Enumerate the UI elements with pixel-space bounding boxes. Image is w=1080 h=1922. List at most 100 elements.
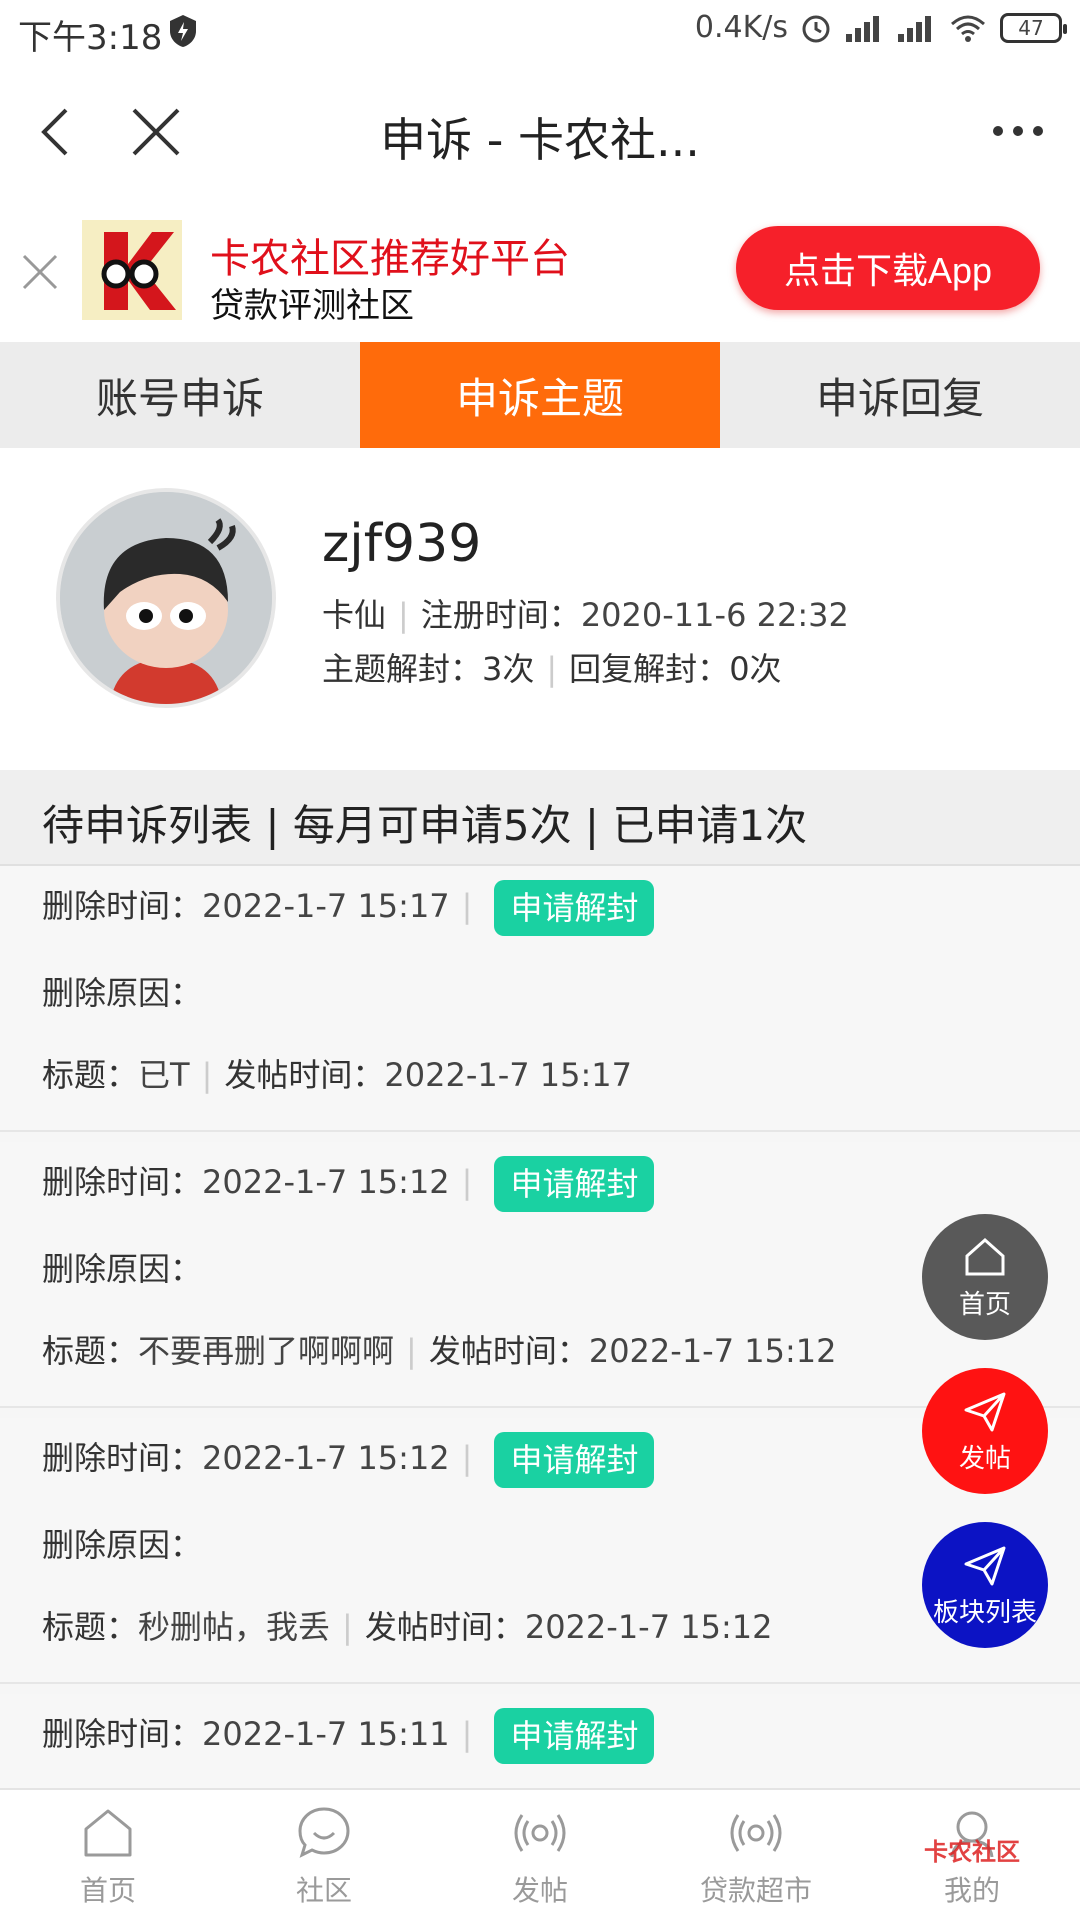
pending-list-header: 待申诉列表 | 每月可申请5次 | 已申请1次 [0, 770, 1080, 866]
banner-close-icon[interactable] [18, 250, 62, 294]
delete-time-label: 删除时间： [42, 1715, 203, 1753]
title-label: 标题： [42, 1056, 139, 1094]
delete-time-line: 删除时间：2022-1-7 15:11 | 申请解封 [42, 1708, 655, 1764]
post-title-line: 标题：不要再删了啊啊啊 | 发帖时间：2022-1-7 15:12 [42, 1326, 836, 1372]
bottom-nav-home-label: 首页 [79, 1874, 136, 1907]
post-title: 不要再删了啊啊啊 [138, 1332, 395, 1370]
app-banner: 卡农社区推荐好平台 贷款评测社区 点击下载App [0, 202, 1080, 342]
send-icon [964, 1392, 1006, 1431]
post-time-label: 发帖时间： [224, 1056, 385, 1094]
signal-icon [846, 15, 879, 42]
delete-time-value: 2022-1-7 15:12 [202, 1439, 450, 1477]
divider: | [406, 1332, 417, 1370]
banner-title: 卡农社区推荐好平台 [210, 236, 570, 282]
tab-topic-appeal[interactable]: 申诉主题 [360, 342, 720, 448]
pending-list-title: 待申诉列表 | 每月可申请5次 | 已申请1次 [42, 801, 808, 850]
apply-unblock-button[interactable]: 申请解封 [494, 880, 655, 936]
divider: | [461, 1439, 473, 1477]
title-label: 标题： [42, 1332, 139, 1370]
bottom-nav-home[interactable]: 首页 [0, 1790, 216, 1922]
broadcast-icon [730, 1814, 782, 1852]
post-time-label: 发帖时间： [364, 1608, 525, 1646]
nav-bar: 申诉 - 卡农社... [0, 66, 1080, 202]
divider: | [398, 596, 409, 634]
divider: | [461, 1715, 473, 1753]
delete-reason-label: 删除原因： [42, 1526, 203, 1564]
post-time-value: 2022-1-7 15:12 [588, 1332, 837, 1370]
post-time-value: 2022-1-7 15:12 [524, 1608, 773, 1646]
register-label: 注册时间： [420, 596, 581, 634]
divider: | [546, 650, 558, 688]
apply-unblock-button[interactable]: 申请解封 [494, 1432, 655, 1488]
tab-reply-appeal[interactable]: 申诉回复 [720, 342, 1080, 448]
apply-unblock-button[interactable]: 申请解封 [494, 1708, 655, 1764]
delete-time-line: 删除时间：2022-1-7 15:12 | 申请解封 [42, 1432, 655, 1488]
status-right: 0.4K/s 47 [694, 10, 1067, 45]
avatar [56, 488, 276, 708]
unblock-stats-line: 主题解封：3次 | 回复解封：0次 [322, 644, 782, 690]
apply-unblock-button[interactable]: 申请解封 [494, 1156, 655, 1212]
tab-account-appeal[interactable]: 账号申诉 [0, 342, 360, 448]
register-time: 2020-11-6 22:32 [580, 596, 849, 634]
post-title-line: 标题：已T | 发帖时间：2022-1-7 15:17 [42, 1050, 632, 1096]
bottom-nav-mine-label: 我的 [943, 1874, 1000, 1907]
battery-level: 47 [1018, 15, 1044, 40]
wifi-icon [951, 15, 985, 42]
fab-boards-button[interactable]: 板块列表 [922, 1522, 1048, 1648]
status-time: 下午3:18 [18, 18, 163, 58]
shield-icon [170, 15, 196, 47]
delete-reason-line: 删除原因： [42, 968, 202, 1014]
delete-reason-label: 删除原因： [42, 1250, 203, 1288]
user-meta-line: 卡仙 | 注册时间：2020-11-6 22:32 [322, 590, 849, 636]
send-icon [964, 1546, 1006, 1585]
tab-bar: 账号申诉 申诉主题 申诉回复 [0, 342, 1080, 448]
title-label: 标题： [42, 1608, 139, 1646]
divider: | [201, 1056, 213, 1094]
logo-icon [101, 232, 176, 310]
bottom-nav-post-label: 发帖 [511, 1874, 568, 1907]
more-icon[interactable] [988, 116, 1048, 146]
fab-boards-label: 板块列表 [932, 1597, 1037, 1628]
fab-post-button[interactable]: 发帖 [922, 1368, 1048, 1494]
signal-icon-2 [898, 15, 931, 42]
net-speed: 0.4K/s [694, 10, 788, 45]
username: zjf939 [322, 514, 482, 574]
home-icon [965, 1237, 1005, 1275]
post-title: 已T [138, 1056, 190, 1094]
broadcast-icon [514, 1814, 566, 1852]
fab-home-label: 首页 [958, 1289, 1011, 1320]
topic-unblock-count: 3次 [482, 650, 535, 688]
delete-time-label: 删除时间： [42, 1163, 203, 1201]
brand-logo [82, 220, 182, 320]
list-item: 删除时间：2022-1-7 15:12 | 申请解封 删除原因： 标题：秒删帖，我丢… [0, 1418, 1080, 1684]
bottom-nav: 首页 社区 发帖 贷款超市 我的 [0, 1788, 1080, 1922]
user-level: 卡仙 [322, 596, 387, 634]
delete-time-label: 删除时间： [42, 887, 203, 925]
reply-unblock-count: 0次 [729, 650, 782, 688]
list-item: 删除时间：2022-1-7 15:17 | 申请解封 删除原因： 标题：已T | 发帖时… [0, 866, 1080, 1132]
fab-post-label: 发帖 [958, 1443, 1011, 1474]
list-item: 删除时间：2022-1-7 15:12 | 申请解封 删除原因： 标题：不要再删了啊… [0, 1142, 1080, 1408]
download-app-button[interactable]: 点击下载App [736, 226, 1040, 310]
bottom-nav-post[interactable]: 发帖 [432, 1790, 648, 1922]
user-profile: zjf939 卡仙 | 注册时间：2020-11-6 22:32 主题解封：3次 | 回… [0, 448, 1080, 770]
status-bar: 下午3:18 0.4K/s 47 [0, 0, 1080, 66]
post-title: 秒删帖，我丢 [138, 1608, 331, 1646]
post-time-label: 发帖时间： [428, 1332, 589, 1370]
alarm-icon [802, 15, 830, 42]
delete-time-label: 删除时间： [42, 1439, 203, 1477]
watermark: 卡农社区 [924, 1838, 1020, 1866]
delete-reason-label: 删除原因： [42, 974, 203, 1012]
fab-home-button[interactable]: 首页 [922, 1214, 1048, 1340]
chat-icon [298, 1807, 350, 1858]
banner-subtitle: 贷款评测社区 [210, 286, 414, 326]
delete-time-line: 删除时间：2022-1-7 15:17 | 申请解封 [42, 880, 655, 936]
delete-time-line: 删除时间：2022-1-7 15:12 | 申请解封 [42, 1156, 655, 1212]
post-title-line: 标题：秒删帖，我丢 | 发帖时间：2022-1-7 15:12 [42, 1602, 772, 1648]
delete-reason-line: 删除原因： [42, 1520, 202, 1566]
bottom-nav-loan-market[interactable]: 贷款超市 [648, 1790, 864, 1922]
divider: | [461, 887, 473, 925]
bottom-nav-community[interactable]: 社区 [216, 1790, 432, 1922]
reply-unblock-label: 回复解封： [569, 650, 730, 688]
topic-unblock-label: 主题解封： [322, 650, 483, 688]
